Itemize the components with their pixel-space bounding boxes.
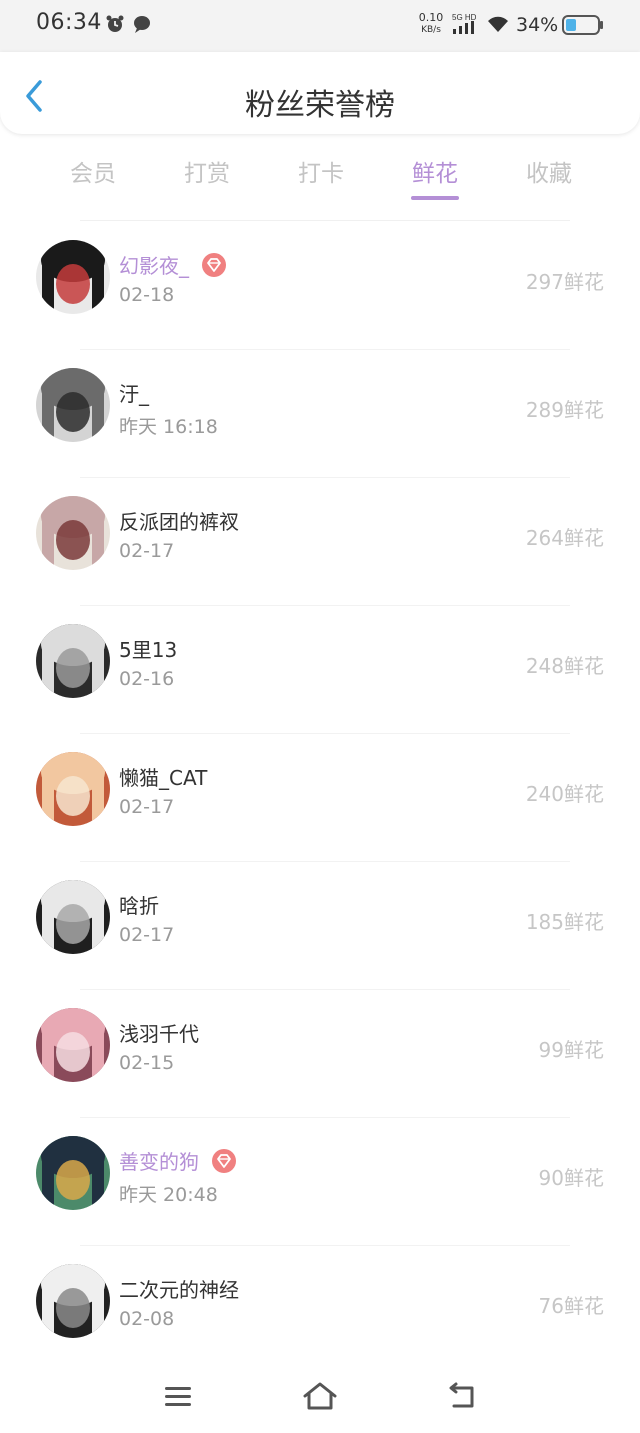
fan-name-wrap: 善变的狗 [119,1146,237,1175]
fan-name: 懒猫_CAT [119,766,208,790]
net-speed-value: 0.10 [418,11,444,24]
nav-bar [0,1360,640,1433]
menu-icon[interactable] [162,1380,194,1416]
fan-time: 昨天 16:18 [119,416,218,438]
battery-icon [562,15,604,39]
tab-flowers[interactable]: 鲜花 [378,148,492,208]
fan-row[interactable]: 5里13 02-16 248鲜花 [0,606,640,734]
fan-row[interactable]: 幻影夜_ 02-18 297鲜花 [0,222,640,350]
fan-row[interactable]: 二次元的神经 02-08 76鲜花 [0,1246,640,1374]
avatar[interactable] [36,1136,110,1210]
fan-list: 幻影夜_ 02-18 297鲜花汙_ 昨天 16:18 289鲜花反派团的裤衩 02-17… [0,222,640,1374]
tab-checkin[interactable]: 打卡 [264,148,378,208]
fan-name: 汙_ [119,382,149,406]
avatar[interactable] [36,496,110,570]
fan-row[interactable]: 浅羽千代 02-15 99鲜花 [0,990,640,1118]
flower-count: 99鲜花 [538,1038,604,1062]
flower-count: 240鲜花 [525,782,604,806]
fan-name-wrap: 汙_ [119,378,149,407]
tab-label: 打卡 [298,161,344,187]
flower-count: 76鲜花 [538,1294,604,1318]
alarm-icon [105,14,125,38]
tabs-divider [80,220,570,221]
avatar[interactable] [36,240,110,314]
fan-name: 浅羽千代 [119,1022,199,1046]
tab-label: 鲜花 [412,161,458,187]
fan-name: 5里13 [119,638,178,662]
fan-row[interactable]: 晗折 02-17 185鲜花 [0,862,640,990]
fan-time: 02-15 [119,1052,175,1074]
flower-count: 297鲜花 [525,270,604,294]
flower-count: 185鲜花 [525,910,604,934]
fan-time: 02-17 [119,796,175,818]
fan-row[interactable]: 汙_ 昨天 16:18 289鲜花 [0,350,640,478]
net-speed: 0.10 KB/s [416,12,446,36]
tab-members[interactable]: 会员 [36,148,150,208]
tab-underline [411,196,459,200]
tab-label: 会员 [70,161,116,187]
fan-row[interactable]: 反派团的裤衩 02-17 264鲜花 [0,478,640,606]
fan-time: 02-17 [119,540,175,562]
fan-row[interactable]: 懒猫_CAT 02-17 240鲜花 [0,734,640,862]
wifi-icon [486,14,510,38]
fan-time: 02-16 [119,668,175,690]
fan-name: 幻影夜_ [119,254,189,278]
avatar[interactable] [36,880,110,954]
page-title: 粉丝荣誉榜 [245,88,395,123]
home-icon[interactable] [302,1380,338,1416]
fan-name-wrap: 晗折 [119,890,159,919]
fan-time: 02-18 [119,284,175,306]
fan-time: 昨天 20:48 [119,1184,218,1206]
status-bar: 06:34 0.10 KB/s 5G HD 34% [0,0,640,52]
fan-name: 善变的狗 [119,1150,199,1174]
tab-rewards[interactable]: 打赏 [150,148,264,208]
avatar[interactable] [36,1264,110,1338]
fan-name: 晗折 [119,894,159,918]
flower-count: 264鲜花 [525,526,604,550]
signal-icon: 5G HD [452,12,482,40]
tab-favorites[interactable]: 收藏 [492,148,606,208]
fan-name-wrap: 浅羽千代 [119,1018,199,1047]
flower-count: 289鲜花 [525,398,604,422]
fan-time: 02-17 [119,924,175,946]
fan-name-wrap: 5里13 [119,634,177,663]
net-speed-unit: KB/s [421,25,441,35]
fan-time: 02-08 [119,1308,175,1330]
network-type-label: 5G HD [452,13,477,22]
avatar[interactable] [36,752,110,826]
flower-count: 90鲜花 [538,1166,604,1190]
tab-bar: 会员 打赏 打卡 鲜花 收藏 [36,148,606,208]
flower-count: 248鲜花 [525,654,604,678]
fan-name: 反派团的裤衩 [119,510,239,534]
tab-label: 打赏 [184,161,230,187]
tab-label: 收藏 [526,161,572,187]
fan-name-wrap: 懒猫_CAT [119,762,207,791]
fan-name-wrap: 二次元的神经 [119,1274,239,1303]
fan-row[interactable]: 善变的狗昨天 20:48 90鲜花 [0,1118,640,1246]
avatar[interactable] [36,624,110,698]
vip-badge-icon [211,1148,237,1174]
fan-name: 二次元的神经 [119,1278,239,1302]
fan-name-wrap: 幻影夜_ [119,250,227,279]
back-icon[interactable] [446,1380,478,1416]
chat-notification-icon [132,14,152,38]
avatar[interactable] [36,368,110,442]
vip-badge-icon [201,252,227,278]
status-time: 06:34 [36,10,102,35]
fan-name-wrap: 反派团的裤衩 [119,506,239,535]
battery-percent: 34% [516,14,559,36]
avatar[interactable] [36,1008,110,1082]
header: 粉丝荣誉榜 [0,52,640,134]
